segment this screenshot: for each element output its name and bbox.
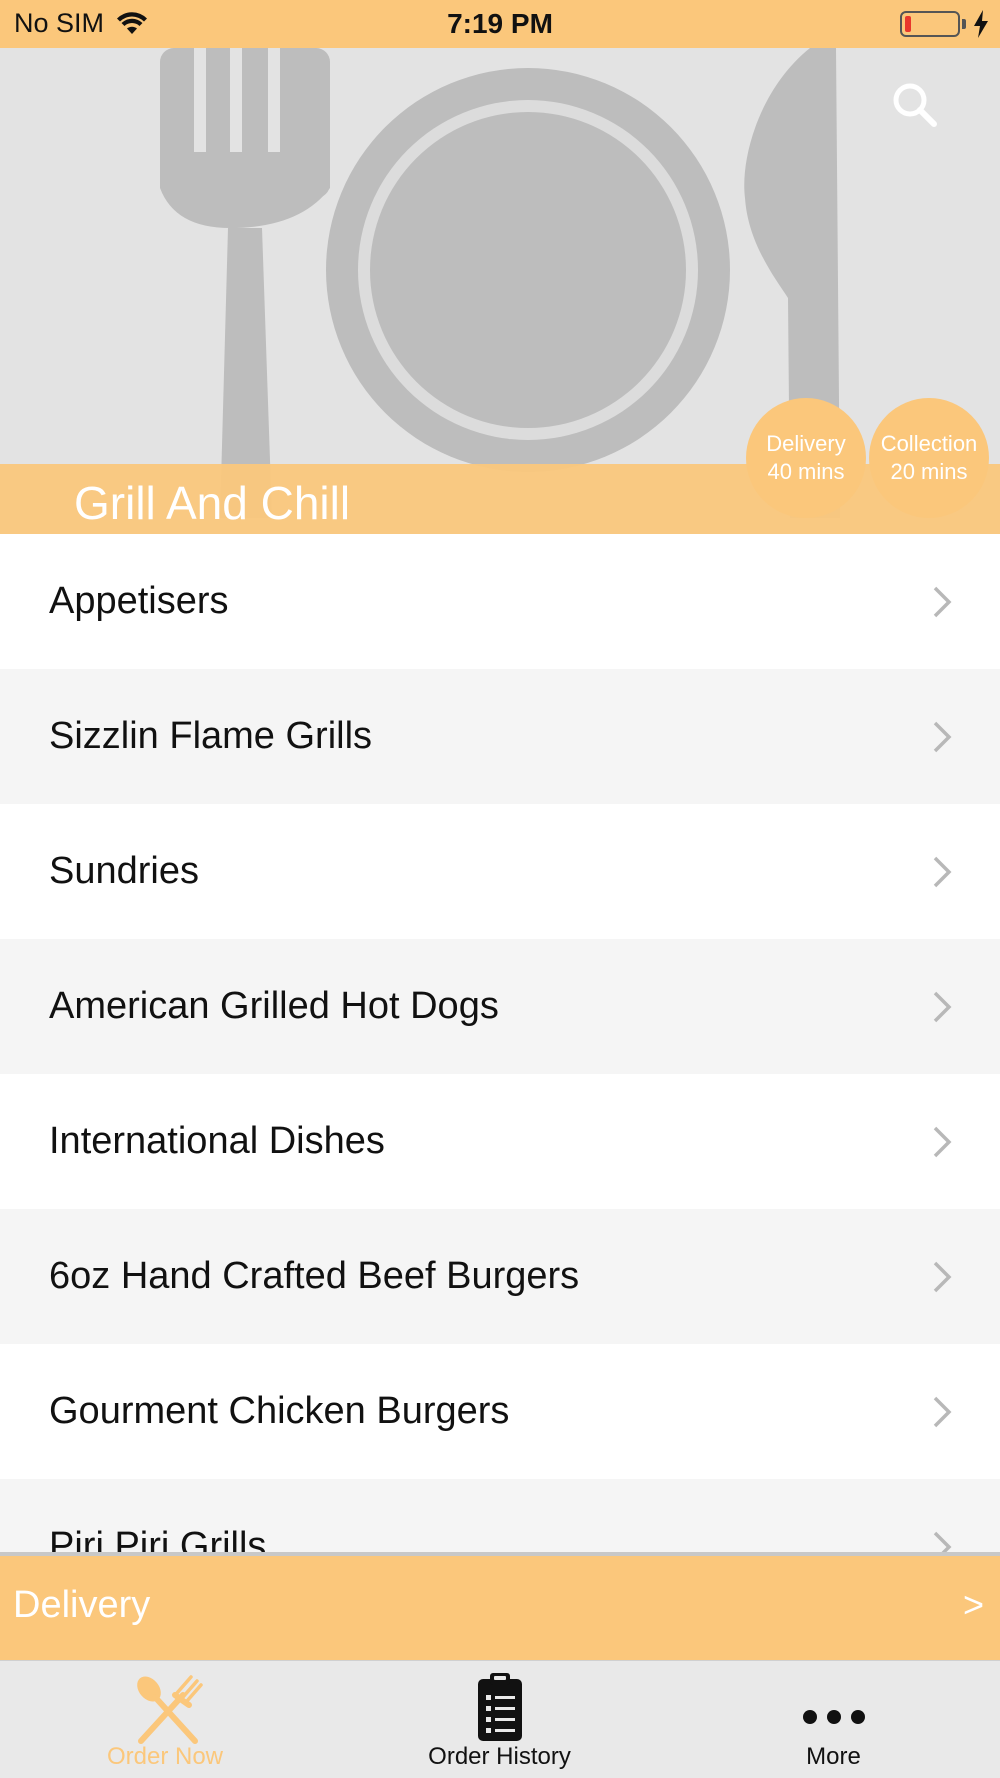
utensils-icon (136, 1675, 203, 1744)
category-label: Appetisers (49, 580, 229, 622)
collection-badge-label: Collection (880, 431, 978, 456)
category-label: Sundries (49, 850, 199, 892)
delivery-arrow-icon: > (962, 1584, 984, 1625)
chevron-right-icon (933, 856, 952, 887)
category-row[interactable]: Gourment Chicken Burgers (0, 1344, 1000, 1479)
chevron-right-icon (933, 1531, 952, 1554)
tab-label: More (806, 1743, 861, 1770)
search-button[interactable] (886, 76, 942, 132)
status-bar: No SIM 7:19 PM (0, 0, 1000, 48)
category-label: International Dishes (49, 1120, 385, 1162)
chevron-right-icon (933, 586, 952, 617)
category-row[interactable]: Piri Piri Grills (0, 1479, 1000, 1554)
category-row[interactable]: Sundries (0, 804, 1000, 939)
chevron-right-icon (933, 721, 952, 752)
tab-label: Order Now (106, 1743, 224, 1770)
tab-order-history[interactable]: Order History (333, 1661, 666, 1778)
menu-category-list[interactable]: Appetisers Sizzlin Flame Grills Sundries… (0, 534, 1000, 1554)
collection-time-badge: Collection 20 mins (869, 398, 989, 518)
category-label: 6oz Hand Crafted Beef Burgers (49, 1255, 580, 1297)
battery-cap (962, 19, 966, 29)
charging-bolt-icon (974, 10, 988, 38)
status-time: 7:19 PM (447, 8, 553, 39)
category-row[interactable]: Sizzlin Flame Grills (0, 669, 1000, 804)
clipboard-icon (477, 1673, 522, 1741)
category-row[interactable]: 6oz Hand Crafted Beef Burgers (0, 1209, 1000, 1344)
tab-more[interactable]: More (667, 1661, 1000, 1778)
chevron-right-icon (933, 1126, 952, 1157)
category-label: American Grilled Hot Dogs (49, 985, 499, 1027)
delivery-badge-time: 40 mins (767, 459, 845, 484)
delivery-mode-bar[interactable]: Delivery > (0, 1556, 1000, 1660)
category-row[interactable]: International Dishes (0, 1074, 1000, 1209)
collection-badge-time: 20 mins (890, 459, 968, 484)
delivery-badge-label: Delivery (766, 431, 846, 456)
category-label: Sizzlin Flame Grills (49, 715, 373, 757)
category-row[interactable]: American Grilled Hot Dogs (0, 939, 1000, 1074)
delivery-mode-label: Delivery (13, 1584, 151, 1626)
delivery-time-badge: Delivery 40 mins (746, 398, 866, 518)
category-label: Piri Piri Grills (49, 1525, 267, 1554)
bottom-tab-bar: Order Now Order History More (0, 1660, 1000, 1778)
battery-level (905, 16, 911, 32)
category-label: Gourment Chicken Burgers (49, 1390, 510, 1432)
tab-label: Order History (428, 1743, 571, 1770)
battery-icon (900, 11, 960, 37)
restaurant-hero: Grill And Chill Delivery 40 mins Collect… (0, 48, 1000, 534)
chevron-right-icon (933, 1261, 952, 1292)
restaurant-name: Grill And Chill (74, 477, 351, 529)
chevron-right-icon (933, 991, 952, 1022)
more-icon (802, 1710, 865, 1724)
chevron-right-icon (933, 1396, 952, 1427)
tab-order-now[interactable]: Order Now (0, 1661, 333, 1778)
category-row[interactable]: Appetisers (0, 534, 1000, 669)
search-icon (893, 83, 937, 127)
